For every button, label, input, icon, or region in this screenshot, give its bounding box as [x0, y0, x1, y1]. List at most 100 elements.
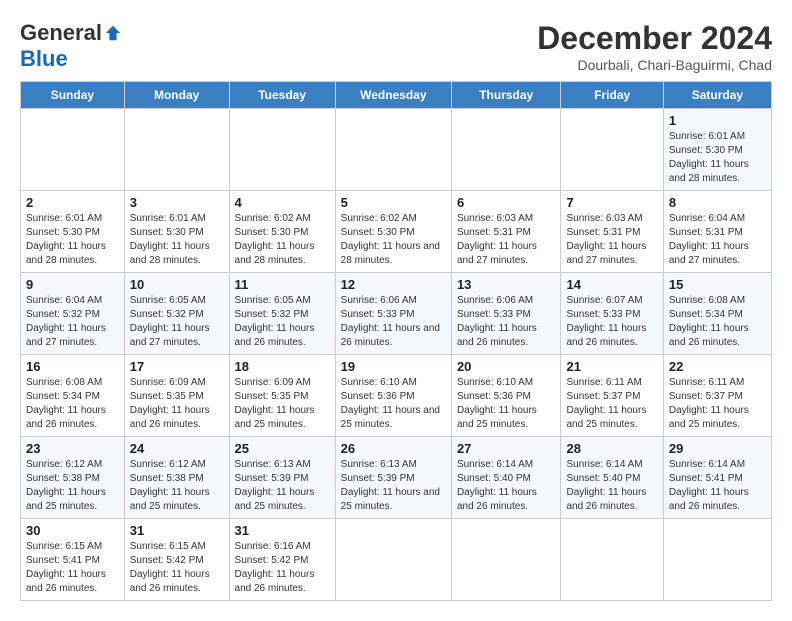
calendar-cell	[21, 109, 125, 191]
calendar-cell: 9 Sunrise: 6:04 AM Sunset: 5:32 PM Dayli…	[21, 273, 125, 355]
day-number: 25	[235, 441, 330, 456]
day-number: 3	[130, 195, 224, 210]
calendar-cell: 1 Sunrise: 6:01 AM Sunset: 5:30 PM Dayli…	[663, 109, 771, 191]
calendar-cell: 22 Sunrise: 6:11 AM Sunset: 5:37 PM Dayl…	[663, 355, 771, 437]
day-number: 29	[669, 441, 766, 456]
day-number: 18	[235, 359, 330, 374]
calendar-cell: 13 Sunrise: 6:06 AM Sunset: 5:33 PM Dayl…	[451, 273, 561, 355]
day-number: 21	[566, 359, 657, 374]
logo-general: General	[20, 20, 102, 46]
day-info: Sunrise: 6:01 AM Sunset: 5:30 PM Dayligh…	[669, 130, 766, 186]
day-number: 7	[566, 195, 657, 210]
day-info: Sunrise: 6:02 AM Sunset: 5:30 PM Dayligh…	[341, 212, 446, 268]
calendar-week-4: 23 Sunrise: 6:12 AM Sunset: 5:38 PM Dayl…	[21, 437, 772, 519]
day-info: Sunrise: 6:08 AM Sunset: 5:34 PM Dayligh…	[669, 294, 766, 350]
calendar-cell: 2 Sunrise: 6:01 AM Sunset: 5:30 PM Dayli…	[21, 191, 125, 273]
calendar-cell: 5 Sunrise: 6:02 AM Sunset: 5:30 PM Dayli…	[335, 191, 451, 273]
calendar-cell: 8 Sunrise: 6:04 AM Sunset: 5:31 PM Dayli…	[663, 191, 771, 273]
day-number: 15	[669, 277, 766, 292]
day-info: Sunrise: 6:03 AM Sunset: 5:31 PM Dayligh…	[566, 212, 657, 268]
day-header-monday: Monday	[124, 82, 229, 109]
day-number: 24	[130, 441, 224, 456]
day-header-saturday: Saturday	[663, 82, 771, 109]
calendar-cell	[561, 519, 663, 601]
day-number: 5	[341, 195, 446, 210]
day-info: Sunrise: 6:14 AM Sunset: 5:40 PM Dayligh…	[566, 458, 657, 514]
day-number: 11	[235, 277, 330, 292]
calendar-cell: 14 Sunrise: 6:07 AM Sunset: 5:33 PM Dayl…	[561, 273, 663, 355]
calendar-cell: 29 Sunrise: 6:14 AM Sunset: 5:41 PM Dayl…	[663, 437, 771, 519]
day-info: Sunrise: 6:11 AM Sunset: 5:37 PM Dayligh…	[566, 376, 657, 432]
calendar-cell: 3 Sunrise: 6:01 AM Sunset: 5:30 PM Dayli…	[124, 191, 229, 273]
day-info: Sunrise: 6:04 AM Sunset: 5:31 PM Dayligh…	[669, 212, 766, 268]
day-info: Sunrise: 6:09 AM Sunset: 5:35 PM Dayligh…	[130, 376, 224, 432]
location-title: Dourbali, Chari-Baguirmi, Chad	[537, 57, 772, 73]
day-info: Sunrise: 6:02 AM Sunset: 5:30 PM Dayligh…	[235, 212, 330, 268]
calendar-body: 1 Sunrise: 6:01 AM Sunset: 5:30 PM Dayli…	[21, 109, 772, 601]
day-info: Sunrise: 6:04 AM Sunset: 5:32 PM Dayligh…	[26, 294, 119, 350]
calendar-cell	[335, 519, 451, 601]
day-number: 31	[235, 523, 330, 538]
day-info: Sunrise: 6:15 AM Sunset: 5:41 PM Dayligh…	[26, 540, 119, 596]
calendar-cell: 31 Sunrise: 6:15 AM Sunset: 5:42 PM Dayl…	[124, 519, 229, 601]
calendar-cell	[561, 109, 663, 191]
day-info: Sunrise: 6:13 AM Sunset: 5:39 PM Dayligh…	[341, 458, 446, 514]
day-info: Sunrise: 6:05 AM Sunset: 5:32 PM Dayligh…	[130, 294, 224, 350]
calendar-cell: 24 Sunrise: 6:12 AM Sunset: 5:38 PM Dayl…	[124, 437, 229, 519]
calendar-cell: 31 Sunrise: 6:16 AM Sunset: 5:42 PM Dayl…	[229, 519, 335, 601]
calendar-cell: 20 Sunrise: 6:10 AM Sunset: 5:36 PM Dayl…	[451, 355, 561, 437]
calendar-cell	[229, 109, 335, 191]
calendar-cell: 4 Sunrise: 6:02 AM Sunset: 5:30 PM Dayli…	[229, 191, 335, 273]
day-number: 17	[130, 359, 224, 374]
day-number: 10	[130, 277, 224, 292]
day-info: Sunrise: 6:07 AM Sunset: 5:33 PM Dayligh…	[566, 294, 657, 350]
calendar-cell: 21 Sunrise: 6:11 AM Sunset: 5:37 PM Dayl…	[561, 355, 663, 437]
day-info: Sunrise: 6:05 AM Sunset: 5:32 PM Dayligh…	[235, 294, 330, 350]
calendar-cell: 17 Sunrise: 6:09 AM Sunset: 5:35 PM Dayl…	[124, 355, 229, 437]
calendar-cell: 12 Sunrise: 6:06 AM Sunset: 5:33 PM Dayl…	[335, 273, 451, 355]
day-number: 12	[341, 277, 446, 292]
calendar-cell: 26 Sunrise: 6:13 AM Sunset: 5:39 PM Dayl…	[335, 437, 451, 519]
day-number: 4	[235, 195, 330, 210]
day-number: 30	[26, 523, 119, 538]
day-info: Sunrise: 6:10 AM Sunset: 5:36 PM Dayligh…	[457, 376, 556, 432]
day-info: Sunrise: 6:11 AM Sunset: 5:37 PM Dayligh…	[669, 376, 766, 432]
day-header-wednesday: Wednesday	[335, 82, 451, 109]
day-number: 20	[457, 359, 556, 374]
calendar-cell: 15 Sunrise: 6:08 AM Sunset: 5:34 PM Dayl…	[663, 273, 771, 355]
day-number: 8	[669, 195, 766, 210]
calendar-cell: 23 Sunrise: 6:12 AM Sunset: 5:38 PM Dayl…	[21, 437, 125, 519]
day-number: 13	[457, 277, 556, 292]
calendar-week-1: 2 Sunrise: 6:01 AM Sunset: 5:30 PM Dayli…	[21, 191, 772, 273]
calendar-cell: 30 Sunrise: 6:15 AM Sunset: 5:41 PM Dayl…	[21, 519, 125, 601]
day-header-thursday: Thursday	[451, 82, 561, 109]
page-header: General Blue December 2024 Dourbali, Cha…	[20, 20, 772, 73]
day-info: Sunrise: 6:01 AM Sunset: 5:30 PM Dayligh…	[26, 212, 119, 268]
calendar-cell: 7 Sunrise: 6:03 AM Sunset: 5:31 PM Dayli…	[561, 191, 663, 273]
day-info: Sunrise: 6:01 AM Sunset: 5:30 PM Dayligh…	[130, 212, 224, 268]
calendar-header-row: SundayMondayTuesdayWednesdayThursdayFrid…	[21, 82, 772, 109]
calendar-cell	[663, 519, 771, 601]
calendar-cell: 27 Sunrise: 6:14 AM Sunset: 5:40 PM Dayl…	[451, 437, 561, 519]
day-info: Sunrise: 6:16 AM Sunset: 5:42 PM Dayligh…	[235, 540, 330, 596]
title-block: December 2024 Dourbali, Chari-Baguirmi, …	[537, 20, 772, 73]
month-title: December 2024	[537, 20, 772, 57]
day-info: Sunrise: 6:08 AM Sunset: 5:34 PM Dayligh…	[26, 376, 119, 432]
day-number: 22	[669, 359, 766, 374]
day-header-sunday: Sunday	[21, 82, 125, 109]
day-info: Sunrise: 6:10 AM Sunset: 5:36 PM Dayligh…	[341, 376, 446, 432]
calendar-cell: 16 Sunrise: 6:08 AM Sunset: 5:34 PM Dayl…	[21, 355, 125, 437]
day-header-tuesday: Tuesday	[229, 82, 335, 109]
calendar-cell: 11 Sunrise: 6:05 AM Sunset: 5:32 PM Dayl…	[229, 273, 335, 355]
calendar-week-5: 30 Sunrise: 6:15 AM Sunset: 5:41 PM Dayl…	[21, 519, 772, 601]
day-info: Sunrise: 6:12 AM Sunset: 5:38 PM Dayligh…	[130, 458, 224, 514]
calendar-cell: 28 Sunrise: 6:14 AM Sunset: 5:40 PM Dayl…	[561, 437, 663, 519]
day-info: Sunrise: 6:06 AM Sunset: 5:33 PM Dayligh…	[457, 294, 556, 350]
day-info: Sunrise: 6:06 AM Sunset: 5:33 PM Dayligh…	[341, 294, 446, 350]
day-number: 2	[26, 195, 119, 210]
day-info: Sunrise: 6:14 AM Sunset: 5:40 PM Dayligh…	[457, 458, 556, 514]
day-number: 26	[341, 441, 446, 456]
calendar-week-0: 1 Sunrise: 6:01 AM Sunset: 5:30 PM Dayli…	[21, 109, 772, 191]
day-number: 19	[341, 359, 446, 374]
day-info: Sunrise: 6:15 AM Sunset: 5:42 PM Dayligh…	[130, 540, 224, 596]
